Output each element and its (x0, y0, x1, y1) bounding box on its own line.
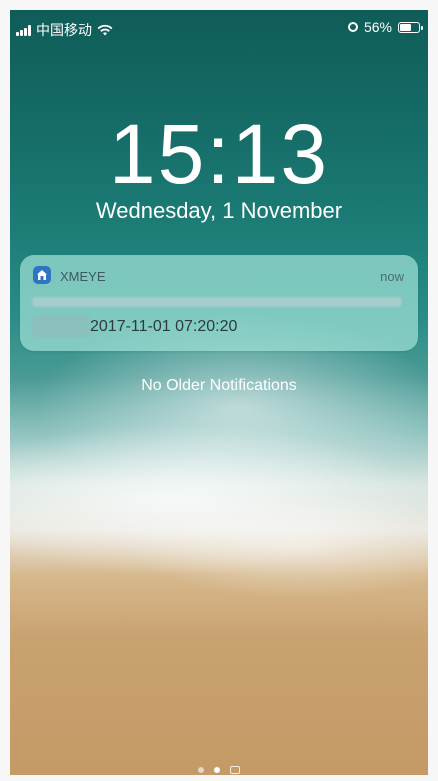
notification-header: XMEYE now (20, 255, 418, 291)
no-older-notifications: No Older Notifications (141, 377, 297, 394)
carrier-label: 中国移动 (36, 22, 92, 38)
notification-message: 2017-11-01 07:20:20 (90, 318, 238, 335)
notification-time: now (380, 269, 404, 284)
alarm-icon (347, 22, 358, 32)
lock-time: 15:13 (108, 107, 330, 201)
page-dot[interactable] (198, 767, 204, 773)
battery-icon (398, 21, 423, 33)
wifi-icon (97, 24, 113, 36)
notification-app-name: XMEYE (60, 269, 106, 284)
home-icon (33, 266, 51, 284)
phone-frame: 中国移动 56% 15:13 Wednesday, 1 November XME… (0, 0, 438, 781)
camera-icon[interactable] (230, 766, 240, 774)
page-indicator (10, 766, 428, 774)
status-left: 中国移动 (16, 20, 113, 40)
redacted-prefix (32, 315, 90, 337)
lock-date: Wednesday, 1 November (95, 198, 343, 223)
redacted-title (32, 297, 402, 307)
signal-strength-icon (16, 24, 31, 36)
page-dot-active[interactable] (214, 767, 220, 773)
notification-card[interactable]: XMEYE now 2017-11-01 07:20:20 (20, 255, 418, 351)
status-bar: 中国移动 56% (10, 10, 428, 44)
lock-screen: 中国移动 56% 15:13 Wednesday, 1 November XME… (10, 10, 428, 775)
battery-percent: 56% (363, 19, 392, 35)
status-right: 56% (347, 19, 423, 35)
